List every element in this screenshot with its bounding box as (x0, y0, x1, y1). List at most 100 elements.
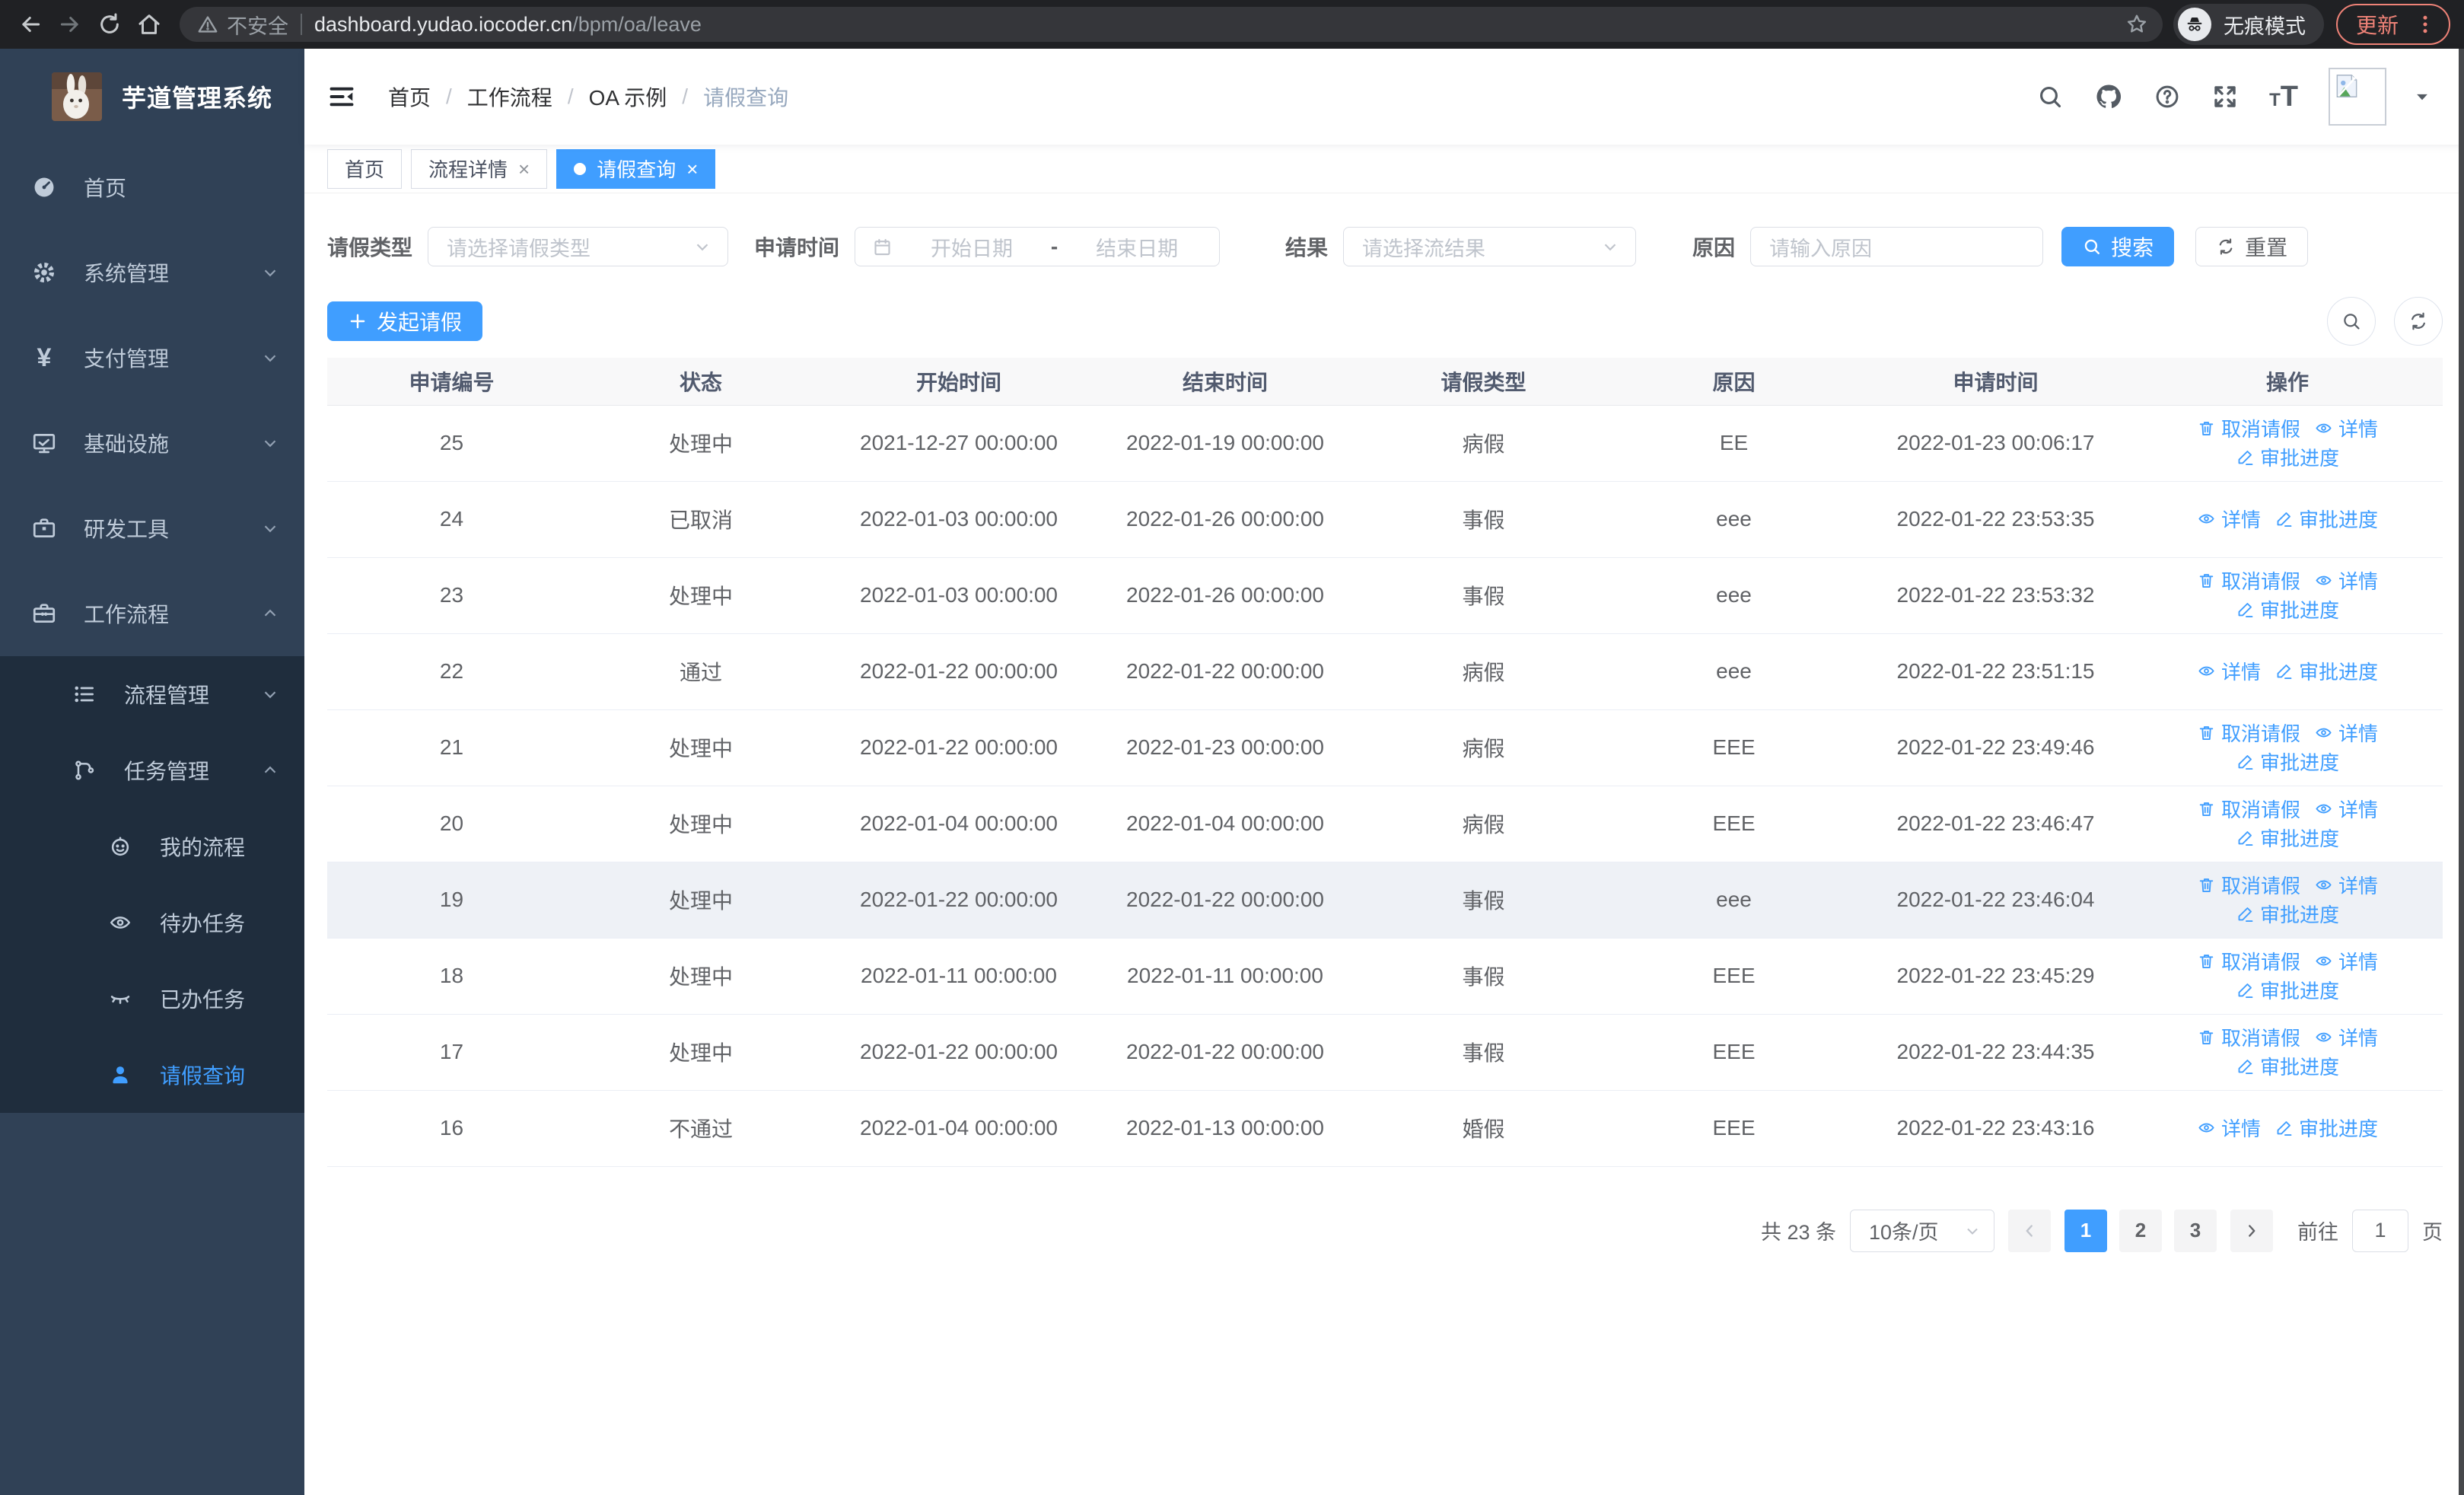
page-button-2[interactable]: 2 (2119, 1209, 2162, 1252)
table-row: 18 处理中 2022-01-11 00:00:00 2022-01-11 00:00… (327, 938, 2443, 1015)
broken-image-icon (2336, 75, 2357, 97)
sidebar-item-label: 首页 (84, 177, 127, 200)
tab-home[interactable]: 首页 (327, 148, 403, 189)
cancel-action-link[interactable]: 取消请假 (2197, 795, 2300, 823)
browser-reload-button[interactable] (90, 5, 129, 44)
cancel-action-link[interactable]: 取消请假 (2197, 871, 2300, 899)
chevron-up-icon (260, 760, 280, 780)
detail-action-link[interactable]: 详情 (2314, 871, 2378, 899)
next-page-button[interactable] (2230, 1209, 2273, 1252)
breadcrumb-home[interactable]: 首页 (388, 81, 431, 112)
reset-button[interactable]: 重置 (2195, 227, 2309, 266)
sidebar-item-leave-query[interactable]: 请假查询 (0, 1037, 304, 1113)
tab-process-detail[interactable]: 流程详情 × (411, 148, 548, 189)
sidebar-item-payment[interactable]: ¥ 支付管理 (0, 315, 304, 400)
kebab-menu-icon[interactable] (2414, 13, 2437, 36)
avatar[interactable] (2329, 68, 2386, 126)
progress-action-link[interactable]: 审批进度 (2275, 657, 2378, 685)
cell-reason: eee (1609, 481, 1859, 558)
progress-action-link[interactable]: 审批进度 (2275, 505, 2378, 533)
page-button-1[interactable]: 1 (2064, 1209, 2107, 1252)
sidebar-item-done-tasks[interactable]: 已办任务 (0, 961, 304, 1037)
detail-action-link[interactable]: 详情 (2314, 414, 2378, 442)
url-host: dashboard.yudao.iocoder.cn (314, 12, 573, 36)
detail-action-link[interactable]: 详情 (2314, 566, 2378, 594)
goto-page-input[interactable]: 1 (2352, 1209, 2408, 1252)
window-scrollbar[interactable] (2459, 49, 2464, 1495)
prev-page-button[interactable] (2008, 1209, 2051, 1252)
detail-action-link[interactable]: 详情 (2314, 947, 2378, 975)
cell-leave-type: 事假 (1358, 862, 1609, 939)
cell-actions: 取消请假 详情 审批进度 (2132, 862, 2443, 939)
detail-action-link[interactable]: 详情 (2197, 657, 2261, 685)
refresh-icon (2219, 238, 2233, 255)
sidebar-item-todo-tasks[interactable]: 待办任务 (0, 885, 304, 961)
refresh-table-button[interactable] (2394, 297, 2443, 346)
reason-input[interactable]: 请输入原因 (1750, 227, 2044, 266)
progress-action-link[interactable]: 审批进度 (2236, 1052, 2339, 1080)
fullscreen-icon[interactable] (2211, 83, 2239, 110)
cell-apply-time: 2022-01-22 23:43:16 (1859, 1090, 2132, 1167)
page-size-select[interactable]: 10条/页 (1850, 1209, 1994, 1252)
close-icon[interactable]: × (686, 159, 698, 179)
help-icon[interactable] (2154, 83, 2181, 110)
sidebar-item-system[interactable]: 系统管理 (0, 230, 304, 315)
close-icon[interactable]: × (518, 159, 530, 179)
avatar-caret-icon[interactable] (2411, 85, 2434, 108)
browser-home-button[interactable] (129, 5, 169, 44)
cancel-action-link[interactable]: 取消请假 (2197, 1023, 2300, 1051)
browser-forward-button[interactable] (50, 5, 90, 44)
progress-action-link[interactable]: 审批进度 (2236, 595, 2339, 623)
progress-action-link[interactable]: 审批进度 (2275, 1114, 2378, 1142)
result-select[interactable]: 请选择流结果 (1343, 227, 1637, 266)
cell-status: 处理中 (576, 786, 826, 862)
chevron-up-icon (260, 604, 280, 623)
cancel-action-link[interactable]: 取消请假 (2197, 414, 2300, 442)
page-button-3[interactable]: 3 (2174, 1209, 2217, 1252)
progress-action-link[interactable]: 审批进度 (2236, 443, 2339, 471)
sidebar-item-home[interactable]: 首页 (0, 145, 304, 230)
cancel-action-link[interactable]: 取消请假 (2197, 947, 2300, 975)
detail-action-link[interactable]: 详情 (2197, 505, 2261, 533)
search-icon[interactable] (2036, 83, 2064, 110)
toggle-search-button[interactable] (2327, 297, 2376, 346)
sidebar-item-infra[interactable]: 基础设施 (0, 400, 304, 486)
browser-back-button[interactable] (11, 5, 50, 44)
bookmark-star-icon[interactable] (2125, 12, 2149, 37)
breadcrumb-workflow[interactable]: 工作流程 (467, 81, 552, 112)
browser-update-button[interactable]: 更新 (2335, 4, 2450, 45)
tab-leave-query[interactable]: 请假查询 × (556, 148, 716, 189)
url-bar[interactable]: 不安全 dashboard.yudao.iocoder.cn/bpm/oa/le… (180, 7, 2163, 42)
breadcrumb-oa-example[interactable]: OA 示例 (589, 81, 667, 112)
cancel-action-link[interactable]: 取消请假 (2197, 566, 2300, 594)
detail-action-link[interactable]: 详情 (2197, 1114, 2261, 1142)
create-leave-button[interactable]: 发起请假 (327, 301, 483, 341)
sidebar-collapse-icon[interactable] (327, 82, 356, 111)
leave-type-select[interactable]: 请选择请假类型 (428, 227, 729, 266)
progress-action-link[interactable]: 审批进度 (2236, 900, 2339, 928)
list-tree-icon (71, 682, 98, 706)
cancel-action-link[interactable]: 取消请假 (2197, 719, 2300, 747)
sidebar-item-workflow[interactable]: 工作流程 (0, 571, 304, 656)
sidebar-item-my-process[interactable]: 我的流程 (0, 808, 304, 885)
detail-action-link[interactable]: 详情 (2314, 795, 2378, 823)
forward-arrow-icon (60, 17, 78, 32)
breadcrumb-separator: / (567, 84, 574, 108)
cell-status: 通过 (576, 633, 826, 710)
font-size-icon[interactable]: TT (2269, 81, 2298, 113)
progress-action-link[interactable]: 审批进度 (2236, 976, 2339, 1004)
search-button[interactable]: 搜索 (2061, 227, 2175, 266)
apply-time-range-picker[interactable]: 开始日期 - 结束日期 (855, 227, 1221, 266)
detail-action-link[interactable]: 详情 (2314, 719, 2378, 747)
yen-icon: ¥ (37, 343, 52, 372)
github-icon[interactable] (2094, 82, 2123, 111)
progress-action-link[interactable]: 审批进度 (2236, 824, 2339, 852)
cell-apply-id: 19 (327, 862, 576, 939)
sidebar-item-task-mgmt[interactable]: 任务管理 (0, 732, 304, 808)
pagination: 共 23 条 10条/页 123 前往 1 页 (327, 1209, 2443, 1252)
sidebar-item-process-mgmt[interactable]: 流程管理 (0, 656, 304, 732)
progress-action-link[interactable]: 审批进度 (2236, 748, 2339, 776)
sidebar-item-devtools[interactable]: 研发工具 (0, 486, 304, 571)
detail-action-link[interactable]: 详情 (2314, 1023, 2378, 1051)
col-actions: 操作 (2132, 358, 2443, 406)
